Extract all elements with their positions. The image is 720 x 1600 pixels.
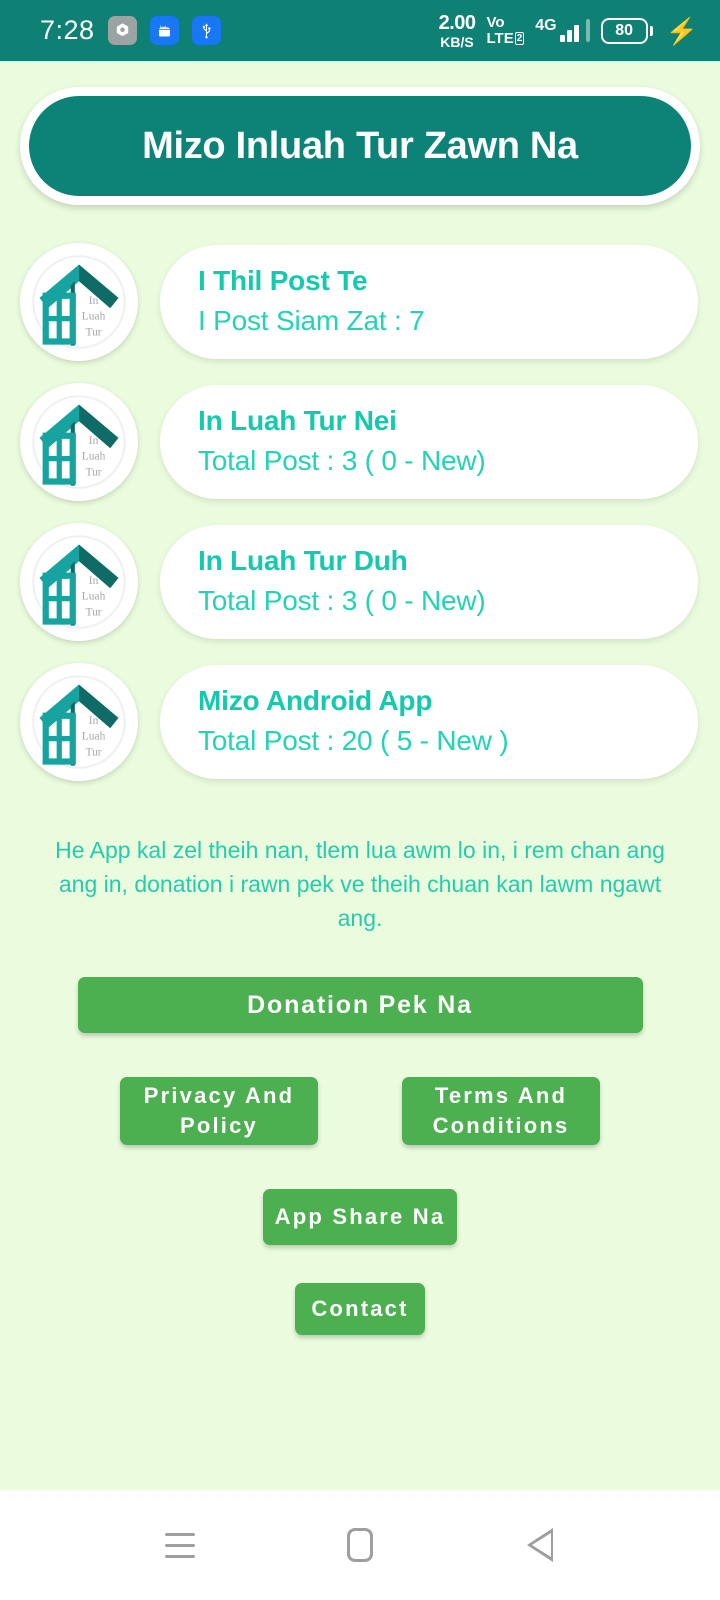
app-title-bar: Mizo Inluah Tur Zawn Na: [20, 87, 700, 205]
list-item-card[interactable]: In Luah Tur Nei Total Post : 3 ( 0 - New…: [160, 385, 698, 499]
recents-icon[interactable]: [145, 1510, 215, 1580]
svg-text:Tur: Tur: [85, 606, 101, 618]
list-item-title: In Luah Tur Duh: [198, 544, 408, 576]
logo-text-line3: Tur: [85, 326, 101, 338]
volte-indicator: Vo LTE 2: [487, 15, 525, 46]
settings-chip-icon: [107, 16, 137, 45]
list-item[interactable]: In Luah Tur In Luah Tur Nei Total Post :…: [0, 383, 720, 501]
back-icon[interactable]: [505, 1510, 575, 1580]
home-icon[interactable]: [325, 1510, 395, 1580]
app-logo-icon: In Luah Tur: [20, 523, 138, 641]
page-title: Mizo Inluah Tur Zawn Na: [142, 124, 578, 167]
svg-text:Luah: Luah: [82, 591, 106, 603]
svg-text:In: In: [89, 435, 99, 447]
svg-text:In: In: [89, 575, 99, 587]
app-logo-icon: In Luah Tur: [20, 663, 138, 781]
volte-label-bottom: LTE: [486, 30, 514, 47]
back-triangle-shape: [527, 1528, 553, 1562]
list-item-title: In Luah Tur Nei: [198, 404, 397, 436]
battery-indicator: 80: [600, 17, 653, 44]
svg-text:Luah: Luah: [82, 451, 106, 463]
network-type-label: 4G: [535, 17, 557, 34]
phone-screen: 7:28 2.00 KB/S Vo LTE 2 4G 80 ⚡ Mizo Inl…: [0, 0, 720, 1600]
list-item-subtitle: Total Post : 20 ( 5 - New ): [198, 725, 509, 757]
app-content: Mizo Inluah Tur Zawn Na In Luah Tur I Th…: [0, 61, 720, 1490]
android-chip-icon: [149, 16, 179, 45]
list-item-card[interactable]: Mizo Android App Total Post : 20 ( 5 - N…: [160, 665, 698, 779]
status-bar-left: 7:28: [40, 15, 221, 46]
list-item-subtitle: I Post Siam Zat : 7: [198, 305, 425, 337]
logo-text-line1: In: [89, 295, 99, 307]
header-area: Mizo Inluah Tur Zawn Na: [0, 61, 720, 205]
logo-text-line2: Luah: [82, 311, 106, 323]
svg-text:Tur: Tur: [85, 466, 101, 478]
app-share-button[interactable]: App Share Na: [263, 1189, 457, 1246]
charging-bolt-icon: ⚡: [665, 15, 698, 46]
battery-percent: 80: [600, 17, 648, 44]
svg-text:Luah: Luah: [82, 731, 106, 743]
list-item-subtitle: Total Post : 3 ( 0 - New): [198, 445, 486, 477]
status-bar-right: 2.00 KB/S Vo LTE 2 4G 80 ⚡: [439, 13, 698, 49]
list-item-card[interactable]: In Luah Tur Duh Total Post : 3 ( 0 - New…: [160, 525, 698, 639]
home-square-shape: [347, 1528, 373, 1562]
usb-chip-icon: [191, 16, 221, 45]
signal-strength-icon: 4G: [535, 17, 590, 42]
list-item-title: I Thil Post Te: [198, 264, 368, 296]
system-navigation-bar: [0, 1490, 720, 1600]
signal-bars-icon: [559, 25, 579, 42]
list-item-title: Mizo Android App: [198, 684, 433, 716]
menu-list: In Luah Tur I Thil Post Te I Post Siam Z…: [0, 243, 720, 781]
list-item[interactable]: In Luah Tur I Thil Post Te I Post Siam Z…: [0, 243, 720, 361]
status-clock: 7:28: [40, 15, 95, 45]
battery-cap-icon: [649, 25, 653, 36]
sim-slot-badge: 2: [514, 32, 525, 45]
network-speed-indicator: 2.00 KB/S: [439, 13, 476, 49]
network-speed-unit: KB/S: [440, 33, 474, 50]
terms-conditions-button[interactable]: Terms And Conditions: [402, 1077, 600, 1146]
volte-label-top: Vo: [486, 14, 505, 31]
list-item[interactable]: In Luah Tur In Luah Tur Duh Total Post :…: [0, 523, 720, 641]
legal-button-row: Privacy And Policy Terms And Conditions: [0, 1077, 720, 1146]
svg-text:In: In: [89, 715, 99, 727]
status-bar: 7:28 2.00 KB/S Vo LTE 2 4G 80 ⚡: [0, 0, 720, 61]
privacy-policy-button[interactable]: Privacy And Policy: [120, 1077, 318, 1146]
list-item[interactable]: In Luah Tur Mizo Android App Total Post …: [0, 663, 720, 781]
contact-button[interactable]: Contact: [295, 1283, 425, 1336]
donation-button[interactable]: Donation Pek Na: [77, 977, 643, 1034]
donation-note-text: He App kal zel theih nan, tlem lua awm l…: [55, 837, 665, 932]
list-item-subtitle: Total Post : 3 ( 0 - New): [198, 585, 486, 617]
status-divider: [585, 19, 590, 42]
list-item-card[interactable]: I Thil Post Te I Post Siam Zat : 7: [160, 245, 698, 359]
network-speed-value: 2.00: [438, 11, 476, 34]
svg-text:Tur: Tur: [85, 746, 101, 758]
volte-label-bottom-row: LTE 2: [487, 31, 525, 46]
app-logo-icon: In Luah Tur: [20, 383, 138, 501]
app-logo-icon: In Luah Tur: [20, 243, 138, 361]
